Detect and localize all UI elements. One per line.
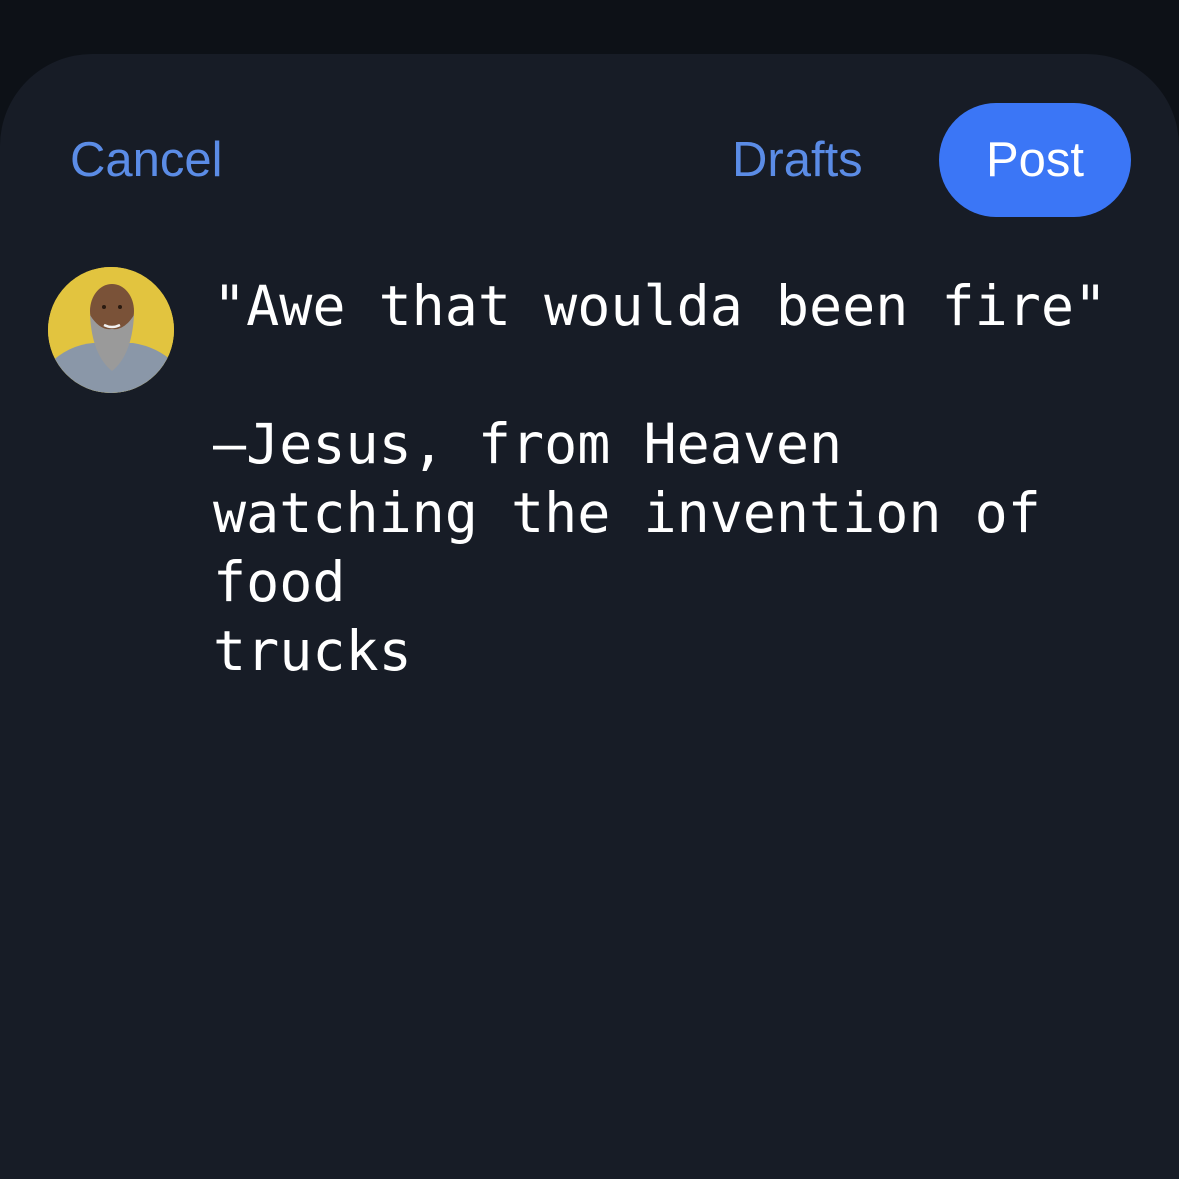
user-avatar-icon <box>48 267 174 393</box>
post-button[interactable]: Post <box>939 103 1131 217</box>
cancel-button[interactable]: Cancel <box>70 130 223 190</box>
avatar <box>48 267 174 393</box>
post-text-input[interactable]: "Awe that woulda been fire" –Jesus, from… <box>213 272 1133 686</box>
drafts-button[interactable]: Drafts <box>732 130 863 190</box>
